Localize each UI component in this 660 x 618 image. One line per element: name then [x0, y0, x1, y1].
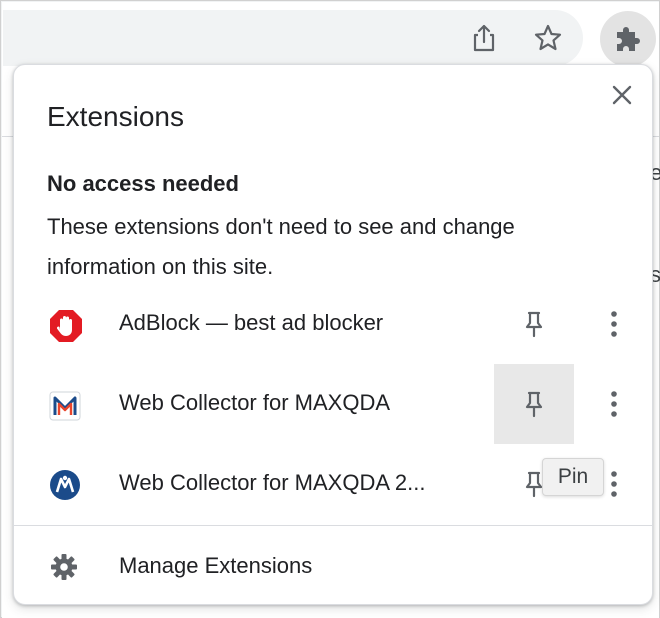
- pin-icon: [525, 471, 543, 498]
- adblock-hand-icon: [48, 308, 84, 344]
- extension-name: Web Collector for MAXQDA: [119, 390, 391, 415]
- pin-icon: [525, 391, 543, 418]
- pin-tooltip: Pin: [542, 458, 604, 496]
- manage-extensions-button[interactable]: Manage Extensions: [14, 527, 652, 603]
- star-icon[interactable]: [526, 16, 570, 60]
- extension-name: AdBlock — best ad blocker: [119, 310, 384, 335]
- close-icon: [612, 85, 632, 105]
- close-button[interactable]: [606, 79, 638, 111]
- maxqda-round-icon: [48, 468, 84, 504]
- manage-extensions-label: Manage Extensions: [119, 553, 313, 578]
- section-description: These extensions don't need to see and c…: [47, 214, 515, 279]
- vertical-dots-icon: [611, 391, 617, 417]
- share-icon[interactable]: [462, 16, 506, 60]
- popup-title: Extensions: [47, 101, 184, 132]
- extension-row-web-collector[interactable]: Web Collector for MAXQDA: [14, 364, 652, 444]
- vertical-dots-icon: [611, 471, 617, 497]
- extensions-popup: Extensions No access needed These extens…: [13, 64, 653, 605]
- more-options-button[interactable]: [594, 284, 634, 364]
- section-heading: No access needed: [47, 171, 239, 196]
- pin-button[interactable]: [494, 364, 574, 444]
- pin-icon: [525, 311, 543, 338]
- vertical-dots-icon: [611, 311, 617, 337]
- extension-name: Web Collector for MAXQDA 2...: [119, 470, 426, 495]
- maxqda-icon: [48, 388, 84, 424]
- puzzle-piece-icon: [617, 27, 640, 51]
- extensions-button[interactable]: [600, 11, 656, 67]
- more-options-button[interactable]: [594, 364, 634, 444]
- popup-divider: [14, 525, 652, 526]
- pin-button[interactable]: [494, 284, 574, 364]
- extension-row-adblock[interactable]: AdBlock — best ad blocker: [14, 284, 652, 364]
- gear-icon: [50, 553, 78, 581]
